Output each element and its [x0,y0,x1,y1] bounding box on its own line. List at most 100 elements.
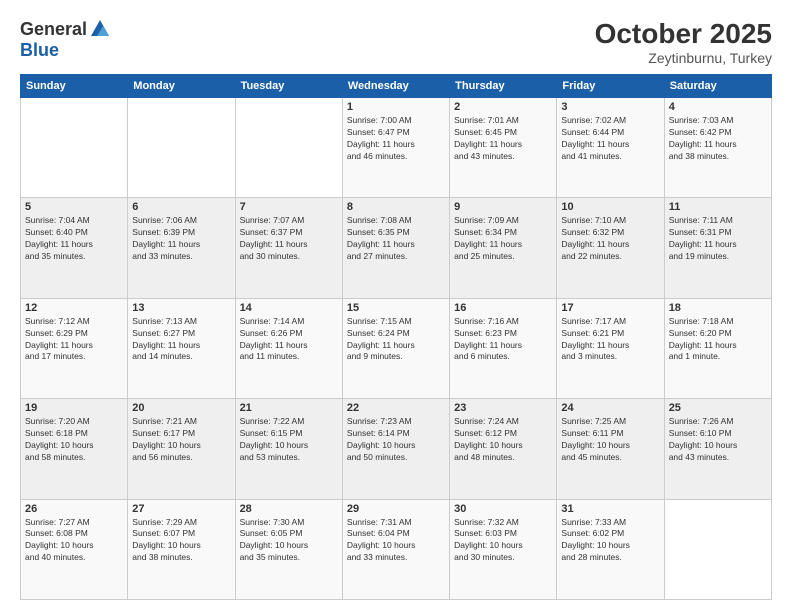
day-info: Sunrise: 7:01 AM Sunset: 6:45 PM Dayligh… [454,115,552,163]
table-row [664,499,771,599]
calendar-week-row: 5 Sunrise: 7:04 AM Sunset: 6:40 PM Daylig… [21,198,772,298]
table-row: 21 Sunrise: 7:22 AM Sunset: 6:15 PM Dayli… [235,399,342,499]
day-info: Sunrise: 7:11 AM Sunset: 6:31 PM Dayligh… [669,215,767,263]
day-number: 13 [132,302,230,314]
location: Zeytinburnu, Turkey [595,50,772,66]
calendar-week-row: 1 Sunrise: 7:00 AM Sunset: 6:47 PM Daylig… [21,98,772,198]
table-row: 12 Sunrise: 7:12 AM Sunset: 6:29 PM Dayli… [21,298,128,398]
day-info: Sunrise: 7:09 AM Sunset: 6:34 PM Dayligh… [454,215,552,263]
table-row: 1 Sunrise: 7:00 AM Sunset: 6:47 PM Daylig… [342,98,449,198]
table-row: 26 Sunrise: 7:27 AM Sunset: 6:08 PM Dayli… [21,499,128,599]
day-info: Sunrise: 7:13 AM Sunset: 6:27 PM Dayligh… [132,316,230,364]
col-friday: Friday [557,75,664,98]
day-info: Sunrise: 7:27 AM Sunset: 6:08 PM Dayligh… [25,517,123,565]
table-row: 24 Sunrise: 7:25 AM Sunset: 6:11 PM Dayli… [557,399,664,499]
day-info: Sunrise: 7:21 AM Sunset: 6:17 PM Dayligh… [132,416,230,464]
table-row: 31Sunrise: 7:33 AM Sunset: 6:02 PM Dayli… [557,499,664,599]
day-info: Sunrise: 7:24 AM Sunset: 6:12 PM Dayligh… [454,416,552,464]
table-row: 9 Sunrise: 7:09 AM Sunset: 6:34 PM Daylig… [450,198,557,298]
day-info: Sunrise: 7:26 AM Sunset: 6:10 PM Dayligh… [669,416,767,464]
day-number: 3 [561,101,659,113]
day-number: 22 [347,402,445,414]
table-row: 7 Sunrise: 7:07 AM Sunset: 6:37 PM Daylig… [235,198,342,298]
day-info: Sunrise: 7:07 AM Sunset: 6:37 PM Dayligh… [240,215,338,263]
day-number: 10 [561,201,659,213]
day-number: 21 [240,402,338,414]
day-info: Sunrise: 7:29 AM Sunset: 6:07 PM Dayligh… [132,517,230,565]
day-number: 8 [347,201,445,213]
day-number: 17 [561,302,659,314]
day-number: 24 [561,402,659,414]
table-row: 13 Sunrise: 7:13 AM Sunset: 6:27 PM Dayli… [128,298,235,398]
day-number: 26 [25,503,123,515]
table-row [128,98,235,198]
day-info: Sunrise: 7:12 AM Sunset: 6:29 PM Dayligh… [25,316,123,364]
table-row: 8Sunrise: 7:08 AM Sunset: 6:35 PM Daylig… [342,198,449,298]
calendar-header-row: Sunday Monday Tuesday Wednesday Thursday… [21,75,772,98]
calendar-table: Sunday Monday Tuesday Wednesday Thursday… [20,74,772,600]
day-number: 14 [240,302,338,314]
table-row: 30 Sunrise: 7:32 AM Sunset: 6:03 PM Dayli… [450,499,557,599]
col-tuesday: Tuesday [235,75,342,98]
day-info: Sunrise: 7:00 AM Sunset: 6:47 PM Dayligh… [347,115,445,163]
day-number: 28 [240,503,338,515]
day-number: 11 [669,201,767,213]
table-row: 14 Sunrise: 7:14 AM Sunset: 6:26 PM Dayli… [235,298,342,398]
day-info: Sunrise: 7:02 AM Sunset: 6:44 PM Dayligh… [561,115,659,163]
logo-icon [89,18,111,40]
logo-general-text: General [20,19,87,40]
day-info: Sunrise: 7:32 AM Sunset: 6:03 PM Dayligh… [454,517,552,565]
day-number: 5 [25,201,123,213]
table-row: 15Sunrise: 7:15 AM Sunset: 6:24 PM Dayli… [342,298,449,398]
table-row: 4 Sunrise: 7:03 AM Sunset: 6:42 PM Daylig… [664,98,771,198]
day-number: 7 [240,201,338,213]
day-number: 25 [669,402,767,414]
table-row: 17Sunrise: 7:17 AM Sunset: 6:21 PM Dayli… [557,298,664,398]
day-number: 16 [454,302,552,314]
day-number: 31 [561,503,659,515]
table-row [235,98,342,198]
month-title: October 2025 [595,18,772,50]
day-info: Sunrise: 7:18 AM Sunset: 6:20 PM Dayligh… [669,316,767,364]
table-row [21,98,128,198]
table-row: 16 Sunrise: 7:16 AM Sunset: 6:23 PM Dayli… [450,298,557,398]
day-number: 23 [454,402,552,414]
day-info: Sunrise: 7:04 AM Sunset: 6:40 PM Dayligh… [25,215,123,263]
day-number: 19 [25,402,123,414]
table-row: 19 Sunrise: 7:20 AM Sunset: 6:18 PM Dayli… [21,399,128,499]
logo-blue-text: Blue [20,40,59,61]
table-row: 18 Sunrise: 7:18 AM Sunset: 6:20 PM Dayli… [664,298,771,398]
table-row: 10Sunrise: 7:10 AM Sunset: 6:32 PM Dayli… [557,198,664,298]
day-number: 4 [669,101,767,113]
day-number: 18 [669,302,767,314]
day-number: 20 [132,402,230,414]
day-number: 6 [132,201,230,213]
day-info: Sunrise: 7:16 AM Sunset: 6:23 PM Dayligh… [454,316,552,364]
day-info: Sunrise: 7:25 AM Sunset: 6:11 PM Dayligh… [561,416,659,464]
day-info: Sunrise: 7:30 AM Sunset: 6:05 PM Dayligh… [240,517,338,565]
title-block: October 2025 Zeytinburnu, Turkey [595,18,772,66]
table-row: 2 Sunrise: 7:01 AM Sunset: 6:45 PM Daylig… [450,98,557,198]
day-info: Sunrise: 7:22 AM Sunset: 6:15 PM Dayligh… [240,416,338,464]
day-number: 9 [454,201,552,213]
col-saturday: Saturday [664,75,771,98]
day-number: 2 [454,101,552,113]
day-info: Sunrise: 7:23 AM Sunset: 6:14 PM Dayligh… [347,416,445,464]
table-row: 6 Sunrise: 7:06 AM Sunset: 6:39 PM Daylig… [128,198,235,298]
day-info: Sunrise: 7:06 AM Sunset: 6:39 PM Dayligh… [132,215,230,263]
table-row: 3 Sunrise: 7:02 AM Sunset: 6:44 PM Daylig… [557,98,664,198]
day-info: Sunrise: 7:20 AM Sunset: 6:18 PM Dayligh… [25,416,123,464]
table-row: 27Sunrise: 7:29 AM Sunset: 6:07 PM Dayli… [128,499,235,599]
col-monday: Monday [128,75,235,98]
table-row: 28 Sunrise: 7:30 AM Sunset: 6:05 PM Dayli… [235,499,342,599]
day-info: Sunrise: 7:14 AM Sunset: 6:26 PM Dayligh… [240,316,338,364]
table-row: 25 Sunrise: 7:26 AM Sunset: 6:10 PM Dayli… [664,399,771,499]
header: General Blue October 2025 Zeytinburnu, T… [20,18,772,66]
day-info: Sunrise: 7:03 AM Sunset: 6:42 PM Dayligh… [669,115,767,163]
day-number: 1 [347,101,445,113]
table-row: 20 Sunrise: 7:21 AM Sunset: 6:17 PM Dayli… [128,399,235,499]
day-number: 12 [25,302,123,314]
table-row: 11 Sunrise: 7:11 AM Sunset: 6:31 PM Dayli… [664,198,771,298]
col-wednesday: Wednesday [342,75,449,98]
day-number: 30 [454,503,552,515]
